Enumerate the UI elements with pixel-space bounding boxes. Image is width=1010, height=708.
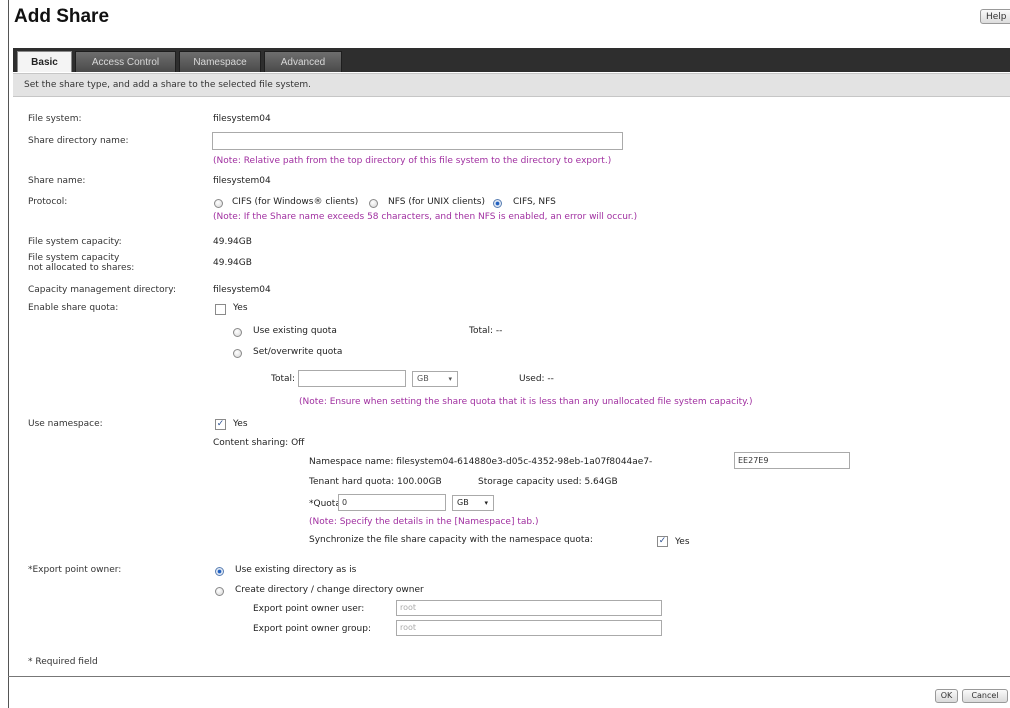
share-quota-checkbox[interactable] <box>215 304 226 315</box>
use-namespace-yes-label: Yes <box>233 419 248 429</box>
use-existing-quota-radio[interactable] <box>233 328 242 337</box>
protocol-cifs-nfs-radio[interactable] <box>493 199 502 208</box>
share-directory-input[interactable] <box>212 132 623 150</box>
fs-capacity-unallocated-value: 49.94GB <box>213 258 252 268</box>
content-bottom-border <box>8 676 1010 677</box>
required-field-note: * Required field <box>28 657 98 667</box>
protocol-cifs-radio[interactable] <box>214 199 223 208</box>
ok-button[interactable]: OK <box>935 689 958 703</box>
file-system-label: File system: <box>28 114 82 124</box>
share-name-label: Share name: <box>28 176 86 186</box>
protocol-cifs-nfs-label: CIFS, NFS <box>513 197 556 207</box>
quota-total-label: Total: <box>271 374 296 384</box>
share-quota-label: Enable share quota: <box>28 303 119 313</box>
chevron-down-icon: ▾ <box>448 375 452 383</box>
protocol-cifs-label: CIFS (for Windows® clients) <box>232 197 359 207</box>
capacity-mgmt-dir-label: Capacity management directory: <box>28 285 176 295</box>
namespace-quota-unit-value: GB <box>457 498 469 507</box>
fs-capacity-label: File system capacity: <box>28 237 122 247</box>
create-directory-radio[interactable] <box>215 587 224 596</box>
protocol-note: (Note: If the Share name exceeds 58 char… <box>213 212 638 222</box>
use-existing-quota-label: Use existing quota <box>253 326 337 336</box>
window-left-border <box>8 0 9 708</box>
protocol-nfs-radio[interactable] <box>369 199 378 208</box>
file-system-value: filesystem04 <box>213 114 271 124</box>
namespace-note: (Note: Specify the details in the [Names… <box>309 517 539 527</box>
use-existing-directory-radio[interactable] <box>215 567 224 576</box>
fs-capacity-value: 49.94GB <box>213 237 252 247</box>
help-button[interactable]: Help <box>980 9 1010 24</box>
tab-basic[interactable]: Basic <box>17 51 72 72</box>
export-owner-user-label: Export point owner user: <box>253 604 365 614</box>
fs-capacity-unallocated-label-2: not allocated to shares: <box>28 263 135 273</box>
export-owner-label: *Export point owner: <box>28 565 122 575</box>
quota-unit-value: GB <box>417 374 429 383</box>
sync-capacity-label: Synchronize the file share capacity with… <box>309 535 593 545</box>
sync-capacity-yes-label: Yes <box>675 537 690 547</box>
description-bar: Set the share type, and add a share to t… <box>13 73 1010 97</box>
namespace-quota-input[interactable]: 0 <box>338 494 446 511</box>
storage-capacity-used: Storage capacity used: 5.64GB <box>478 477 618 487</box>
sync-capacity-checkbox[interactable]: ✓ <box>657 536 668 547</box>
cancel-button[interactable]: Cancel <box>962 689 1008 703</box>
tab-access-control[interactable]: Access Control <box>75 51 176 72</box>
existing-quota-total: Total: -- <box>469 326 503 336</box>
protocol-label: Protocol: <box>28 197 68 207</box>
share-directory-note: (Note: Relative path from the top direct… <box>213 156 612 166</box>
set-overwrite-quota-label: Set/overwrite quota <box>253 347 343 357</box>
namespace-name-label: Namespace name: filesystem04-614880e3-d0… <box>309 457 653 467</box>
capacity-mgmt-dir-value: filesystem04 <box>213 285 271 295</box>
export-owner-group-input[interactable]: root <box>396 620 662 636</box>
protocol-nfs-label: NFS (for UNIX clients) <box>388 197 485 207</box>
share-name-value: filesystem04 <box>213 176 271 186</box>
tab-bar: Basic Access Control Namespace Advanced <box>13 48 1010 72</box>
content-sharing-status: Content sharing: Off <box>213 438 305 448</box>
use-namespace-label: Use namespace: <box>28 419 103 429</box>
tab-namespace[interactable]: Namespace <box>179 51 261 72</box>
namespace-name-input[interactable]: EE27E9 <box>734 452 850 469</box>
fs-capacity-unallocated-label-1: File system capacity <box>28 253 120 263</box>
chevron-down-icon: ▾ <box>484 499 488 507</box>
quota-unit-select[interactable]: GB ▾ <box>412 371 458 387</box>
export-owner-group-label: Export point owner group: <box>253 624 371 634</box>
export-owner-user-input[interactable]: root <box>396 600 662 616</box>
set-overwrite-quota-radio[interactable] <box>233 349 242 358</box>
page-title: Add Share <box>14 6 110 27</box>
tab-advanced[interactable]: Advanced <box>264 51 342 72</box>
use-namespace-checkbox[interactable]: ✓ <box>215 419 226 430</box>
use-existing-directory-label: Use existing directory as is <box>235 565 357 575</box>
create-directory-label: Create directory / change directory owne… <box>235 585 424 595</box>
share-quota-note: (Note: Ensure when setting the share quo… <box>299 397 753 407</box>
share-directory-label: Share directory name: <box>28 136 129 146</box>
tenant-hard-quota: Tenant hard quota: 100.00GB <box>309 477 442 487</box>
namespace-quota-unit-select[interactable]: GB ▾ <box>452 495 494 511</box>
quota-used: Used: -- <box>519 374 554 384</box>
quota-total-input[interactable] <box>298 370 406 387</box>
share-quota-yes-label: Yes <box>233 303 248 313</box>
